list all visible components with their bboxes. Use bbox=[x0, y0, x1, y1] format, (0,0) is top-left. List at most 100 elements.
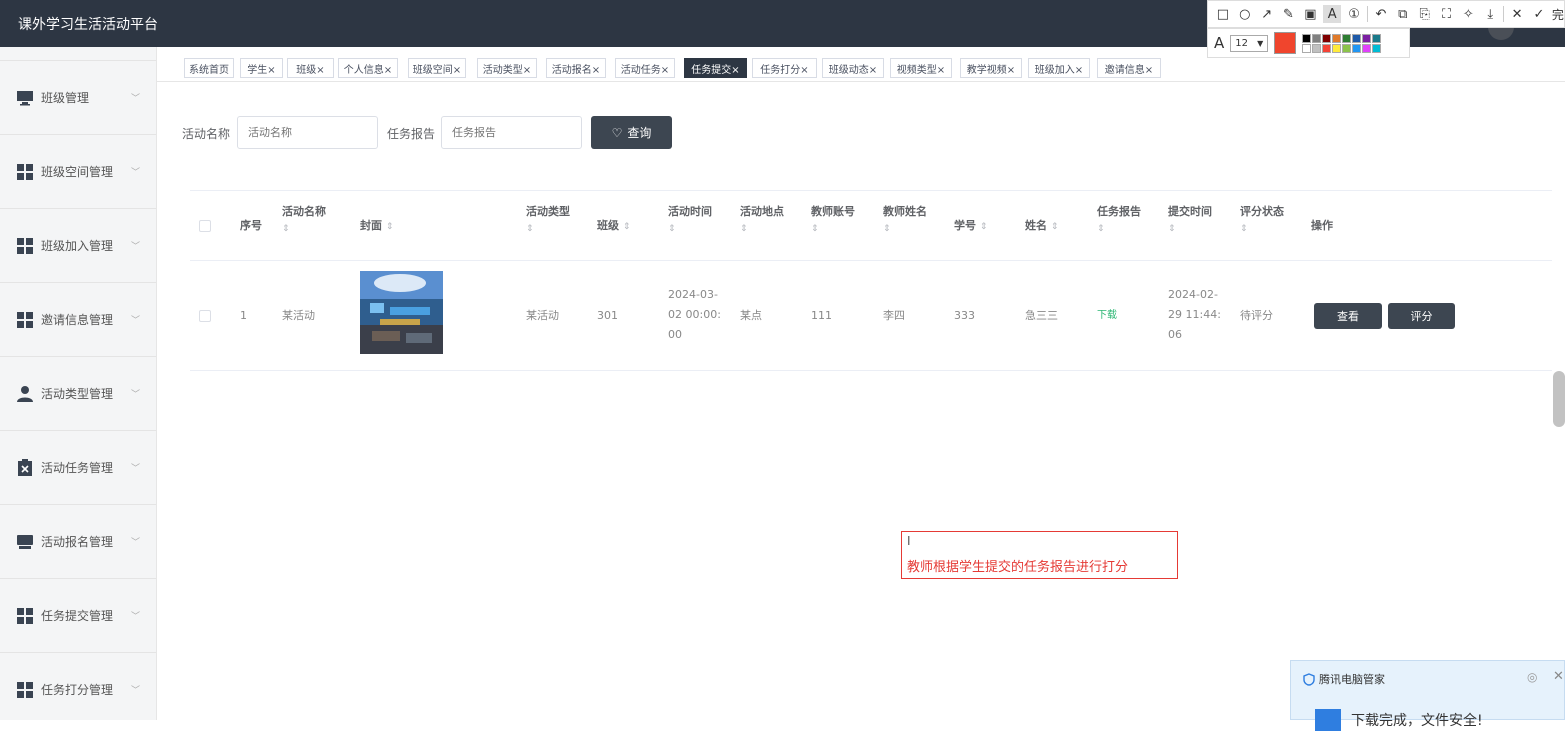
header-submit-time[interactable]: 提交时间 ⇕ bbox=[1168, 204, 1212, 237]
tab-class-space[interactable]: 班级空间× bbox=[408, 58, 466, 78]
color-swatch[interactable] bbox=[1312, 33, 1322, 43]
text-tool-icon[interactable]: A bbox=[1323, 5, 1342, 23]
tab-profile[interactable]: 个人信息× bbox=[338, 58, 398, 78]
sidebar-item-class-join[interactable]: 班级加入管理 ﹀ bbox=[0, 208, 156, 282]
ocr-icon[interactable]: ⎘ bbox=[1416, 5, 1434, 23]
sort-icon: ⇕ bbox=[1168, 224, 1176, 234]
header-location[interactable]: 活动地点 ⇕ bbox=[740, 204, 784, 237]
header-class[interactable]: 班级 ⇕ bbox=[597, 218, 630, 235]
rectangle-tool-icon[interactable]: □ bbox=[1214, 5, 1232, 23]
cell-teacher-name: 李四 bbox=[883, 309, 905, 322]
tab-task-submit[interactable]: 任务提交× bbox=[684, 58, 747, 78]
sidebar-item-activity-task[interactable]: 活动任务管理 ﹀ bbox=[0, 430, 156, 504]
header-score-status[interactable]: 评分状态 ⇕ bbox=[1240, 204, 1284, 237]
activity-name-input[interactable] bbox=[237, 116, 378, 149]
query-button[interactable]: ♡ 查询 bbox=[591, 116, 672, 149]
tab-invitation[interactable]: 邀请信息× bbox=[1097, 58, 1161, 78]
vertical-scrollbar[interactable] bbox=[1553, 371, 1565, 427]
sidebar-item-activity-type[interactable]: 活动类型管理 ﹀ bbox=[0, 356, 156, 430]
grid-icon bbox=[16, 237, 34, 255]
header-label: 姓名 bbox=[1025, 219, 1047, 232]
grid-icon bbox=[16, 163, 34, 181]
close-icon[interactable]: ✕ bbox=[1508, 5, 1526, 23]
header-activity-type[interactable]: 活动类型 ⇕ bbox=[526, 204, 570, 237]
grid-icon bbox=[16, 607, 34, 625]
color-swatch[interactable] bbox=[1332, 33, 1342, 43]
tab-task-score[interactable]: 任务打分× bbox=[752, 58, 817, 78]
header-label: 教师账号 bbox=[811, 205, 855, 218]
header-label: 评分状态 bbox=[1240, 205, 1284, 218]
tab-teaching-video[interactable]: 教学视频× bbox=[960, 58, 1022, 78]
header-cover[interactable]: 封面 ⇕ bbox=[360, 218, 393, 235]
sidebar-item-label: 班级空间管理 bbox=[41, 165, 114, 179]
color-swatch[interactable] bbox=[1352, 33, 1362, 43]
sidebar-item-task-submit[interactable]: 任务提交管理 ﹀ bbox=[0, 578, 156, 652]
table-row: 1 某活动 某活动 301 2024-03- 02 00:00: 00 某点 1… bbox=[190, 261, 1552, 371]
header-activity-name[interactable]: 活动名称 ⇕ bbox=[282, 204, 326, 237]
score-button[interactable]: 评分 bbox=[1388, 303, 1455, 329]
mosaic-tool-icon[interactable]: ▣ bbox=[1301, 5, 1319, 23]
color-swatch[interactable] bbox=[1372, 33, 1382, 43]
color-swatch[interactable] bbox=[1362, 33, 1372, 43]
submit-time-line: 06 bbox=[1168, 328, 1182, 341]
view-button[interactable]: 查看 bbox=[1314, 303, 1382, 329]
row-checkbox[interactable] bbox=[199, 310, 211, 322]
sidebar-item-class-space[interactable]: 班级空间管理 ﹀ bbox=[0, 134, 156, 208]
chevron-down-icon: ﹀ bbox=[130, 390, 140, 400]
number-tool-icon[interactable]: ① bbox=[1345, 5, 1363, 23]
header-teacher-name[interactable]: 教师姓名 ⇕ bbox=[883, 204, 927, 237]
pen-tool-icon[interactable]: ✎ bbox=[1280, 5, 1298, 23]
ellipse-tool-icon[interactable]: ○ bbox=[1236, 5, 1254, 23]
header-activity-time[interactable]: 活动时间 ⇕ bbox=[668, 204, 712, 237]
tab-activity-type[interactable]: 活动类型× bbox=[477, 58, 537, 78]
activity-name-label: 活动名称 bbox=[182, 127, 231, 141]
tab-student[interactable]: 学生× bbox=[240, 58, 283, 78]
tab-bar: 系统首页 学生× 班级× 个人信息× 班级空间× 活动类型× 活动报名× 活动任… bbox=[157, 47, 1565, 82]
color-swatch[interactable] bbox=[1302, 33, 1312, 43]
tab-activity-task[interactable]: 活动任务× bbox=[615, 58, 675, 78]
chevron-down-icon: ﹀ bbox=[130, 538, 140, 548]
query-button-label: 查询 bbox=[627, 126, 652, 140]
close-icon[interactable]: ✕ bbox=[1553, 669, 1564, 684]
task-report-input[interactable] bbox=[441, 116, 582, 149]
report-download-link[interactable]: 下载 bbox=[1097, 306, 1117, 326]
cover-image[interactable] bbox=[360, 271, 443, 354]
cell-student-no: 333 bbox=[954, 309, 975, 322]
sidebar-item-label: 邀请信息管理 bbox=[41, 313, 114, 327]
done-button[interactable]: 完 bbox=[1552, 6, 1564, 23]
sidebar-item-task-score[interactable]: 任务打分管理 ﹀ bbox=[0, 652, 156, 726]
sidebar-item-invitation[interactable]: 邀请信息管理 ﹀ bbox=[0, 282, 156, 356]
cell-submit-time: 2024-02- 29 11:44: 06 bbox=[1168, 285, 1221, 345]
long-screenshot-icon[interactable]: ⛶ bbox=[1438, 5, 1456, 23]
color-swatch[interactable] bbox=[1322, 33, 1332, 43]
header-student-no[interactable]: 学号 ⇕ bbox=[954, 218, 987, 235]
settings-icon[interactable]: ◎ bbox=[1527, 670, 1537, 684]
pin-icon[interactable]: ✧ bbox=[1459, 5, 1477, 23]
tab-home[interactable]: 系统首页 bbox=[184, 58, 234, 78]
cell-name: 急三三 bbox=[1025, 309, 1058, 322]
sidebar-item-activity-signup[interactable]: 活动报名管理 ﹀ bbox=[0, 504, 156, 578]
header-actions: 操作 bbox=[1311, 219, 1333, 232]
undo-icon[interactable]: ↶ bbox=[1372, 5, 1390, 23]
header-name[interactable]: 姓名 ⇕ bbox=[1025, 218, 1058, 235]
chevron-down-icon: ﹀ bbox=[130, 612, 140, 622]
tab-class[interactable]: 班级× bbox=[287, 58, 334, 78]
chevron-down-icon: ﹀ bbox=[130, 242, 140, 252]
download-icon[interactable]: ⤓ bbox=[1481, 5, 1499, 23]
select-all-checkbox[interactable] bbox=[199, 220, 211, 232]
arrow-tool-icon[interactable]: ↗ bbox=[1258, 5, 1276, 23]
tab-activity-signup[interactable]: 活动报名× bbox=[546, 58, 606, 78]
sidebar-item-label: 班级管理 bbox=[41, 91, 90, 105]
chevron-down-icon: ﹀ bbox=[130, 94, 140, 104]
check-icon[interactable]: ✓ bbox=[1530, 5, 1548, 23]
sidebar-item-class[interactable]: 班级管理 ﹀ bbox=[0, 60, 156, 134]
header-label: 任务报告 bbox=[1097, 205, 1141, 218]
color-swatch[interactable] bbox=[1342, 33, 1352, 43]
tab-class-join[interactable]: 班级加入× bbox=[1028, 58, 1090, 78]
header-teacher-account[interactable]: 教师账号 ⇕ bbox=[811, 204, 855, 237]
tab-video-type[interactable]: 视频类型× bbox=[890, 58, 952, 78]
tab-class-news[interactable]: 班级动态× bbox=[822, 58, 884, 78]
header-report[interactable]: 任务报告 ⇕ bbox=[1097, 204, 1141, 237]
cell-teacher-account: 111 bbox=[811, 309, 832, 322]
copy-icon[interactable]: ⧉ bbox=[1394, 5, 1412, 23]
